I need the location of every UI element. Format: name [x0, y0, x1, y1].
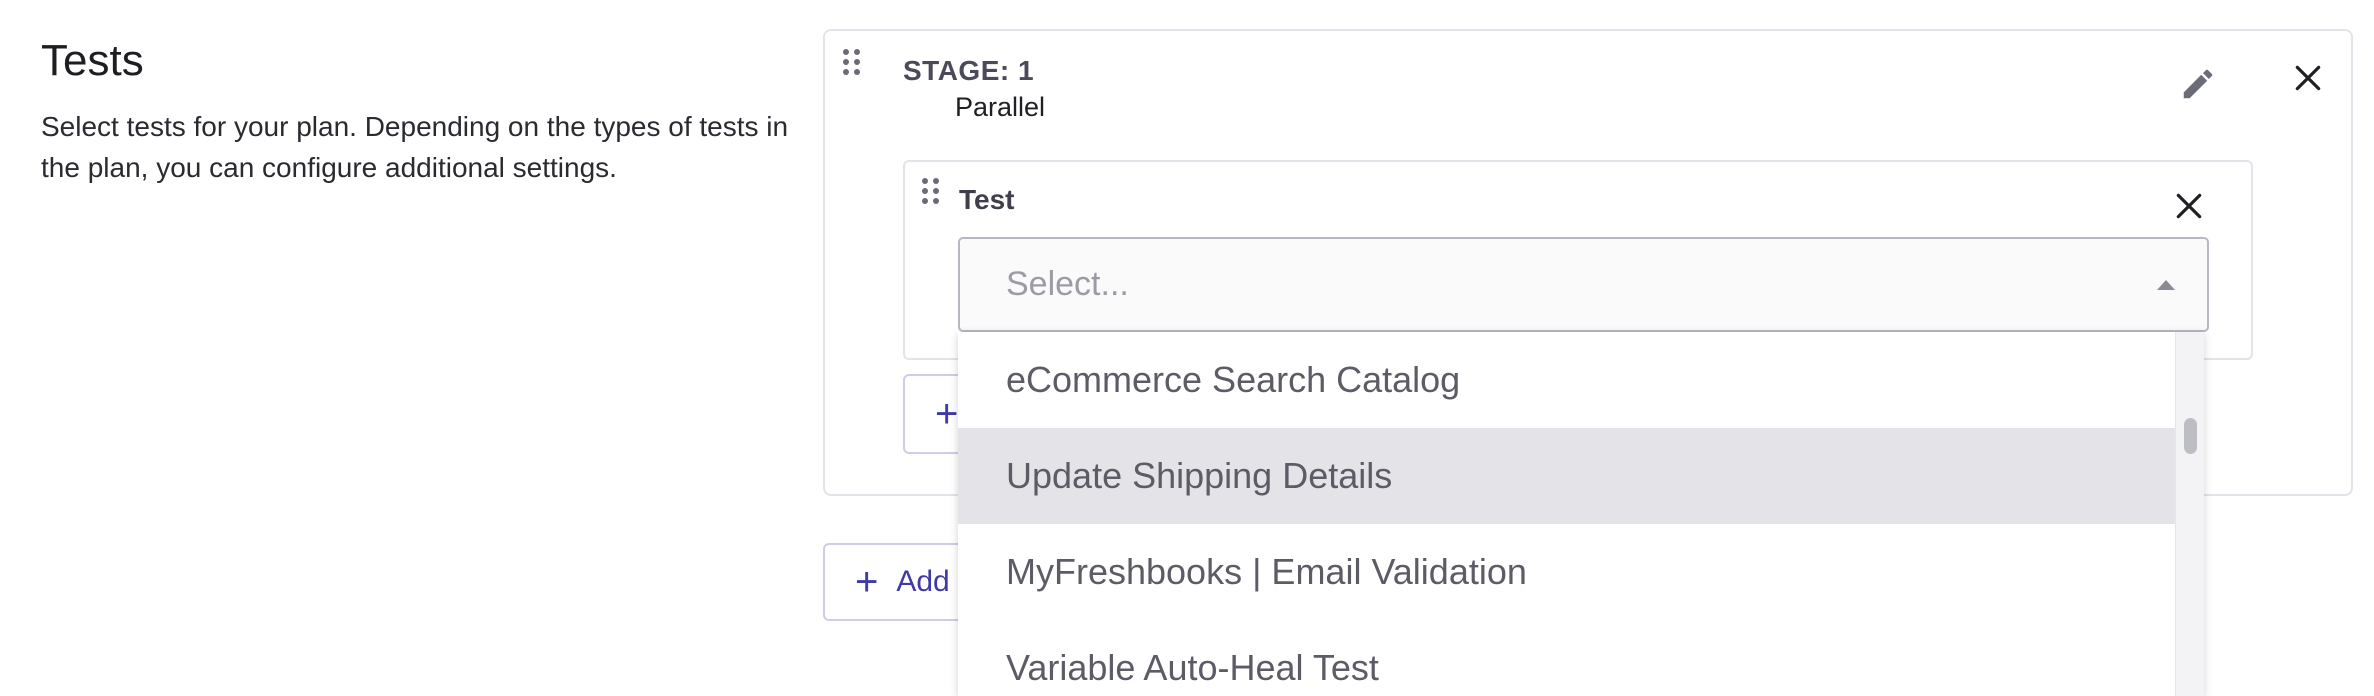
test-dropdown-menu: eCommerce Search Catalog Update Shipping… [958, 332, 2204, 696]
add-stage-label: Add [896, 565, 950, 598]
section-description: Select tests for your plan. Depending on… [41, 111, 789, 183]
dropdown-option[interactable]: MyFreshbooks | Email Validation [958, 524, 2176, 620]
pencil-icon [2183, 69, 2213, 99]
stage-mode: Parallel [955, 92, 1046, 122]
dropdown-option[interactable]: Update Shipping Details [958, 428, 2176, 524]
plus-icon: + [855, 560, 879, 604]
remove-test-button[interactable] [2167, 184, 2211, 228]
test-label: Test [959, 184, 1015, 215]
test-select[interactable]: Select... [958, 237, 2209, 332]
close-icon [2176, 193, 2202, 219]
plus-icon: + [935, 392, 959, 436]
close-icon [2295, 65, 2321, 91]
section-title: Tests [41, 36, 144, 85]
dropdown-scrollbar[interactable] [2175, 332, 2204, 696]
scrollbar-thumb[interactable] [2184, 418, 2197, 454]
caret-up-icon[interactable] [2157, 280, 2175, 290]
dropdown-option[interactable]: Variable Auto-Heal Test [958, 620, 2176, 696]
remove-stage-button[interactable] [2286, 56, 2330, 100]
test-drag-handle-icon[interactable] [922, 178, 939, 204]
stage-label: STAGE: 1 [903, 55, 1035, 86]
select-placeholder: Select... [1006, 265, 1129, 303]
tests-settings-page: Tests Select tests for your plan. Depend… [0, 0, 2374, 696]
stage-drag-handle-icon[interactable] [843, 49, 860, 75]
dropdown-option[interactable]: eCommerce Search Catalog [958, 332, 2176, 428]
edit-stage-button[interactable] [2176, 62, 2220, 106]
